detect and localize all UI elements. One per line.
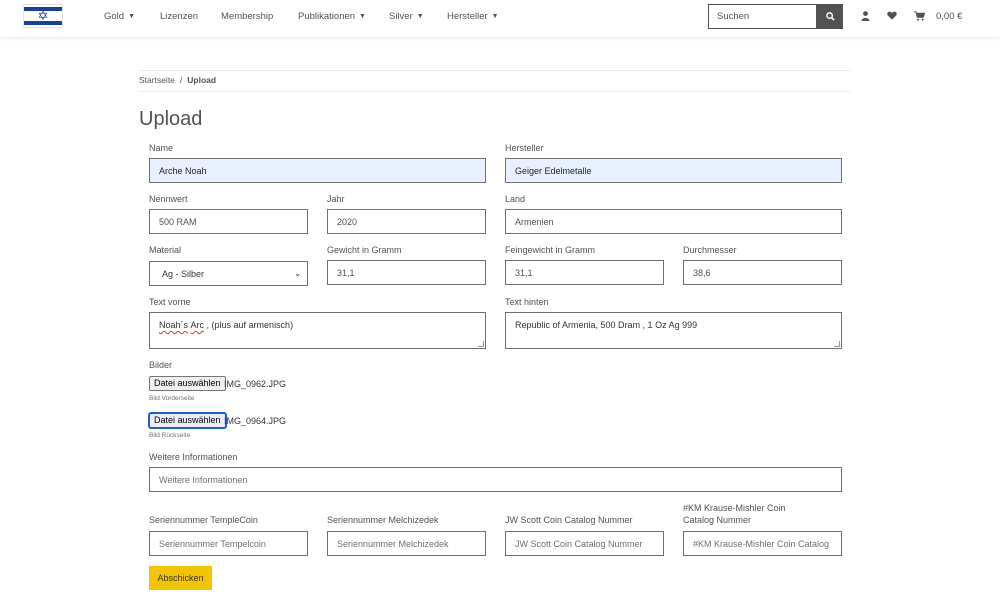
name-field[interactable] <box>149 158 486 183</box>
cart-icon[interactable] <box>914 11 926 23</box>
land-field[interactable] <box>505 209 842 234</box>
site-header: ✡ Gold ▼ Lizenzen Membership Publikatione… <box>0 0 1000 37</box>
feingewicht-field[interactable] <box>505 260 664 285</box>
melchizedek-field[interactable] <box>327 531 486 556</box>
resize-handle-icon[interactable] <box>834 341 840 347</box>
durchmesser-field[interactable] <box>683 260 842 285</box>
nav-label: Hersteller <box>447 11 488 22</box>
file-name-back: IMG_0964.JPG <box>224 416 287 426</box>
breadcrumb-divider-bottom <box>139 91 851 92</box>
hersteller-label: Hersteller <box>505 143 544 153</box>
text-vorne-textarea[interactable]: Noah´s Arc , (plus auf armenisch) <box>149 312 486 349</box>
search-button[interactable] <box>817 4 843 29</box>
nav-item-hersteller[interactable]: Hersteller ▼ <box>447 11 499 22</box>
heart-icon[interactable] <box>887 11 897 22</box>
nav-label: Publikationen <box>298 11 356 22</box>
weitere-informationen-field[interactable] <box>149 467 842 492</box>
cart-total[interactable]: 0,00 € <box>936 11 962 22</box>
jahr-label: Jahr <box>327 194 345 204</box>
hint-front: Bild Vorderseite <box>149 395 195 402</box>
chevron-down-icon: ▼ <box>359 13 366 20</box>
nav-item-gold[interactable]: Gold ▼ <box>104 11 135 22</box>
land-label: Land <box>505 194 526 204</box>
nav-label: Gold <box>104 11 125 22</box>
chevron-down-icon: ⌄ <box>294 269 301 278</box>
nav-label: Lizenzen <box>160 11 199 22</box>
chevron-down-icon: ▼ <box>128 13 136 20</box>
resize-handle-icon[interactable] <box>478 341 484 347</box>
text-hinten-textarea[interactable]: Republic of Armenia, 500 Dram , 1 Oz Ag … <box>505 312 842 349</box>
spellcheck-word: Noah´s <box>159 320 189 330</box>
nav-item-membership[interactable]: Membership <box>221 11 273 22</box>
breadcrumb-divider-top <box>139 70 851 71</box>
nennwert-field[interactable] <box>149 209 308 234</box>
templecoin-field[interactable] <box>149 531 308 556</box>
nav-item-silver[interactable]: Silver ▼ <box>389 11 424 22</box>
templecoin-label: Seriennummer TempleCoin <box>149 515 258 525</box>
krause-field[interactable] <box>683 531 842 556</box>
text-hinten-label: Text hinten <box>505 297 549 307</box>
breadcrumb-separator: / <box>179 75 183 85</box>
feingewicht-label: Feingewicht in Gramm <box>505 245 596 255</box>
gewicht-field[interactable] <box>327 260 486 285</box>
durchmesser-label: Durchmesser <box>683 245 737 255</box>
page-title: Upload <box>139 108 203 130</box>
breadcrumb-home[interactable]: Startseite <box>139 75 175 85</box>
text-hinten-value: Republic of Armenia, 500 Dram , 1 Oz Ag … <box>515 320 698 330</box>
nav-label: Membership <box>221 11 274 22</box>
file-choose-back-button[interactable]: Datei auswählen <box>149 413 226 428</box>
nennwert-label: Nennwert <box>149 194 188 204</box>
nav-item-lizenzen[interactable]: Lizenzen <box>160 11 198 22</box>
chevron-down-icon: ▼ <box>416 13 424 20</box>
file-choose-front-button[interactable]: Datei auswählen <box>149 376 226 391</box>
nav-label: Silver <box>389 11 413 22</box>
jw-scott-field[interactable] <box>505 531 664 556</box>
material-selected-value: Ag - Silber <box>162 269 205 279</box>
weitere-label: Weitere Informationen <box>149 452 238 462</box>
nav-item-publikationen[interactable]: Publikationen ▼ <box>298 11 366 22</box>
hersteller-field[interactable] <box>505 158 842 183</box>
user-icon[interactable] <box>861 11 870 23</box>
file-name-front: IMG_0962.JPG <box>224 379 287 389</box>
text-vorne-value: , (plus auf armenisch) <box>204 320 294 330</box>
name-label: Name <box>149 143 174 153</box>
material-label: Material <box>149 245 182 255</box>
flag-stripe-bottom <box>24 21 62 25</box>
search-icon <box>825 12 835 21</box>
hint-back: Bild Rückseite <box>149 432 191 439</box>
submit-button[interactable]: Abschicken <box>149 566 212 590</box>
bilder-label: Bilder <box>149 360 173 370</box>
search-input[interactable] <box>708 4 817 29</box>
gewicht-label: Gewicht in Gramm <box>327 245 402 255</box>
breadcrumb: Startseite / Upload <box>139 75 216 85</box>
text-vorne-label: Text vorne <box>149 297 191 307</box>
site-logo-israel-flag[interactable]: ✡ <box>23 4 63 28</box>
material-select[interactable]: Ag - Silber ⌄ <box>149 261 308 286</box>
breadcrumb-current: Upload <box>187 75 217 85</box>
melchizedek-label: Seriennummer Melchizedek <box>327 515 439 525</box>
chevron-down-icon: ▼ <box>491 13 499 20</box>
jw-scott-label: JW Scott Coin Catalog Nummer <box>505 515 633 525</box>
spellcheck-word: Arc <box>190 320 205 330</box>
jahr-field[interactable] <box>327 209 486 234</box>
krause-label: #KM Krause-Mishler Coin Catalog Nummer <box>683 503 786 525</box>
